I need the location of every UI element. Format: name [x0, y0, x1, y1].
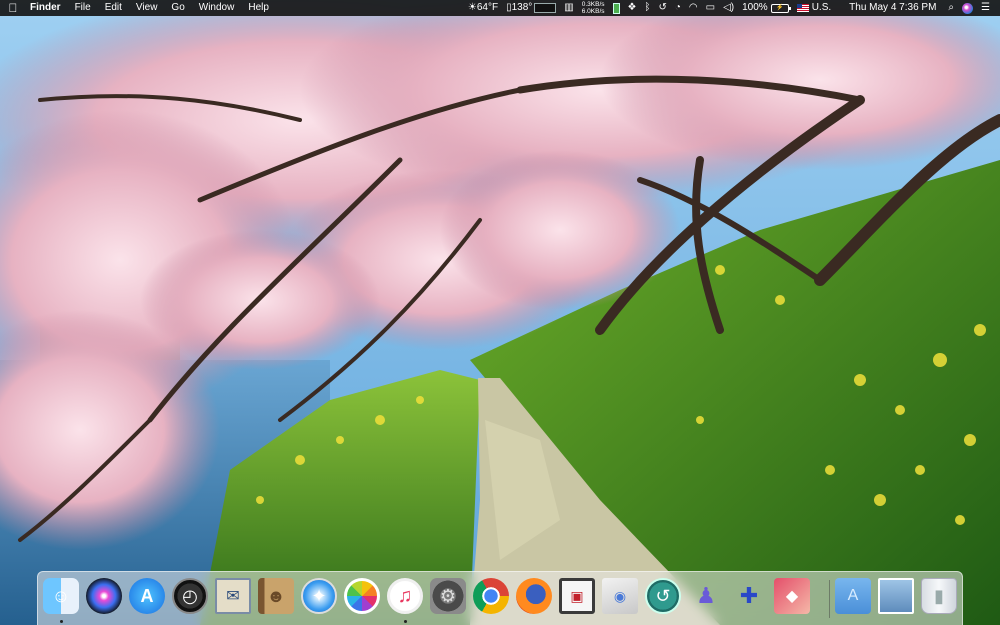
spotlight-search-icon[interactable]: ⌕: [944, 0, 958, 16]
time-machine-icon[interactable]: ↺: [654, 0, 670, 16]
siri-icon: [962, 2, 974, 14]
menu-window[interactable]: Window: [192, 0, 242, 16]
chrome-icon: [473, 578, 509, 614]
us-flag-icon: [796, 4, 809, 12]
gpu-meter-icon: [612, 2, 620, 14]
dock-system-preferences[interactable]: ⚙: [429, 578, 467, 616]
clock-icon[interactable]: ◔: [671, 0, 685, 16]
menu-edit[interactable]: Edit: [98, 0, 129, 16]
dock-migration-assistant[interactable]: ♟: [687, 578, 725, 616]
volume-icon[interactable]: ◁): [719, 0, 738, 16]
running-indicator: [60, 620, 63, 623]
network-status[interactable]: 0.3KB/s 6.0KB/s: [578, 0, 609, 16]
dock-dashboard[interactable]: ◴: [171, 578, 209, 616]
menu-bar-status-area: ☀ 64°F ▯ 138° ▥ 0.3KB/s 6.0KB/s ❖ ᛒ ↺ ◔ …: [464, 0, 994, 16]
contacts-icon: ☻: [258, 578, 294, 614]
sequel-pro-icon: ◆: [774, 578, 810, 614]
weather-temperature: 64°F: [476, 2, 499, 13]
weather-status[interactable]: ☀ 64°F: [464, 0, 502, 16]
menu-clock[interactable]: Thu May 4 7:36 PM: [835, 0, 944, 16]
dock-applications-folder[interactable]: A: [834, 578, 872, 616]
airplay-icon[interactable]: ▭: [702, 0, 719, 16]
dropbox-icon[interactable]: ❖: [624, 0, 641, 16]
preview-icon: ◉: [602, 578, 638, 614]
input-source-menu[interactable]: U.S.: [793, 0, 835, 16]
network-rates: 0.3KB/s 6.0KB/s: [582, 1, 605, 15]
photo-booth-icon: ▣: [559, 578, 595, 614]
folder-icon: A: [835, 578, 871, 614]
cpu-graph-icon: [534, 3, 557, 13]
migration-assistant-icon: ♟: [696, 583, 716, 608]
cpu-temp-status[interactable]: ▯ 138°: [502, 0, 560, 16]
dock-photos[interactable]: [343, 578, 381, 616]
itunes-icon: ♫: [387, 578, 423, 614]
dock-separator: [829, 580, 830, 618]
dock-safari[interactable]: ✦: [300, 578, 338, 616]
battery-icon: ⚡: [770, 3, 791, 13]
battery-status[interactable]: 100% ⚡: [738, 0, 793, 16]
dock-siri[interactable]: [85, 578, 123, 616]
firefox-icon: [516, 578, 552, 614]
dock-trash[interactable]: ▮: [920, 578, 958, 616]
safari-icon: ✦: [301, 578, 337, 614]
photos-icon: [344, 578, 380, 614]
memory-status[interactable]: ▥: [560, 0, 577, 16]
finder-icon: ☺: [43, 578, 79, 614]
siri-menu[interactable]: [958, 0, 977, 16]
dock-firefox[interactable]: [515, 578, 553, 616]
wifi-icon[interactable]: ◠: [685, 0, 702, 16]
memory-icon: ▥: [564, 2, 574, 13]
running-indicator: [404, 620, 407, 623]
menu-bar-left:  Finder File Edit View Go Window Help: [0, 0, 276, 16]
app-store-icon: A: [129, 578, 165, 614]
dock-itunes[interactable]: ♫: [386, 578, 424, 623]
dock-time-machine[interactable]: ↺: [644, 578, 682, 616]
gear-icon: ⚙: [430, 578, 466, 614]
network-upload-rate: 0.3KB/s: [581, 1, 605, 8]
notification-center-icon[interactable]: ☰: [977, 0, 994, 16]
dock-chrome[interactable]: [472, 578, 510, 616]
bluetooth-icon[interactable]: ᛒ: [640, 0, 654, 16]
input-source-label: U.S.: [811, 2, 832, 13]
menu-bar:  Finder File Edit View Go Window Help ☀…: [0, 0, 1000, 16]
dock-photo-booth[interactable]: ▣: [558, 578, 596, 616]
menu-go[interactable]: Go: [164, 0, 191, 16]
time-machine-icon: ↺: [645, 578, 681, 614]
trash-icon: ▮: [921, 578, 957, 614]
dock: ☺ A ◴ ✉ ☻ ✦ ♫ ⚙ ▣ ◉ ↺ ♟ ✚ ◆ A ▮: [37, 571, 963, 625]
cpu-temperature: 138°: [511, 2, 533, 13]
gpu-status[interactable]: [609, 0, 624, 16]
dashboard-icon: ◴: [172, 578, 208, 614]
mail-icon: ✉: [215, 578, 251, 614]
sun-icon: ☀: [467, 2, 477, 13]
siri-icon: [86, 578, 122, 614]
dock-app-store[interactable]: A: [128, 578, 166, 616]
dock-mail[interactable]: ✉: [214, 578, 252, 616]
network-download-rate: 6.0KB/s: [581, 8, 605, 15]
dock-contacts[interactable]: ☻: [257, 578, 295, 616]
menu-view[interactable]: View: [129, 0, 165, 16]
menu-help[interactable]: Help: [241, 0, 276, 16]
battery-percent: 100%: [742, 2, 768, 13]
puzzle-icon: ✚: [739, 583, 759, 608]
downloads-stack-icon: [878, 578, 914, 614]
dock-chess[interactable]: ✚: [730, 578, 768, 616]
apple-icon[interactable]: : [0, 0, 26, 16]
dock-preview[interactable]: ◉: [601, 578, 639, 616]
desktop-wallpaper: [0, 0, 1000, 625]
dock-downloads-stack[interactable]: [877, 578, 915, 616]
menu-app-finder[interactable]: Finder: [26, 0, 68, 16]
dock-sequel-pro[interactable]: ◆: [773, 578, 811, 616]
dock-finder[interactable]: ☺: [42, 578, 80, 623]
menu-file[interactable]: File: [68, 0, 98, 16]
